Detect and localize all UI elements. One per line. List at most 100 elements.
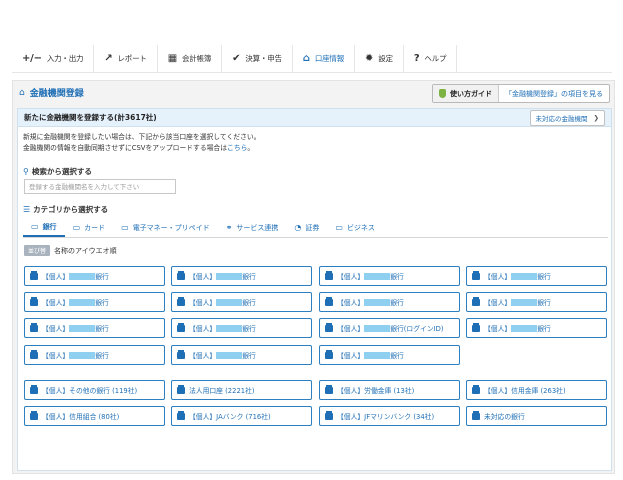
nav-settlement[interactable]: ✔ 決算・申告 [222,44,293,73]
main-content: ⌂ 金融機関登録 使い方ガイド 「金融機関登録」の項目を見る 新たに金融機関を登… [12,80,615,474]
bank-icon [177,296,185,306]
bank-button[interactable]: 【個人】 銀行 [24,318,165,338]
panel-description: 新規に金融機関を登録したい場合は、下記から該当口座を選択してください。 金融機関… [23,133,261,152]
bank-group-button[interactable]: 【個人】JFマリンバンク (34社) [319,406,460,426]
masked-name [364,298,391,306]
bank-icon [325,349,333,359]
bank-icon [472,296,480,306]
bank-button[interactable]: 【個人】 銀行 [466,292,607,312]
masked-name [511,324,538,332]
bank-icon [325,410,333,420]
masked-name [511,272,538,280]
category-tab-icon: ▭ [31,222,39,231]
nav-label: 決算・申告 [245,54,282,63]
bank-icon [30,270,38,280]
nav-icon: ⌂ [302,53,310,64]
panel-header: 新たに金融機関を登録する(計3617社) 未対応の金融機関 ❯ [18,109,611,127]
category-tab-label: 電子マネー・プリペイド [132,223,210,232]
category-section-heading: ☰ カテゴリから選択する [23,205,109,214]
nav-icon: ✔ [232,53,241,64]
guide-label[interactable]: 使い方ガイド [433,85,499,102]
nav-icon: ✹ [365,53,374,64]
bank-button[interactable]: 【個人】 銀行(ログインID) [319,318,460,338]
panel-heading: 新たに金融機関を登録する(計3617社) [24,113,157,122]
masked-name [364,324,391,332]
nav-icon: ? [413,53,420,64]
bank-icon [177,349,185,359]
top-nav: +/− 入力・出力 ↗ レポート ▦ 会計帳簿 ✔ 決算・申告 ⌂ 口座情報 ✹ 設定? ヘルプ [12,44,612,73]
masked-name [69,298,96,306]
unsupported-institutions-button[interactable]: 未対応の金融機関 ❯ [529,109,605,126]
category-tab-icon: ▭ [121,223,129,232]
bank-icon [177,384,185,394]
bank-button[interactable]: 【個人】 銀行 [171,266,312,286]
masked-name [364,351,391,359]
category-tab-label: 証券 [305,223,320,232]
nav-input-output[interactable]: +/− 入力・出力 [12,44,95,73]
institution-search-input[interactable] [24,179,176,194]
bank-button[interactable]: 【個人】 銀行 [24,292,165,312]
guide-box: 使い方ガイド 「金融機関登録」の項目を見る [432,84,610,103]
bank-button[interactable]: 【個人】 銀行 [171,345,312,365]
nav-help[interactable]: ? ヘルプ [404,44,458,73]
category-tab[interactable]: ⚭ サービス連携 [218,218,287,237]
category-tab-icon: ▭ [72,223,81,232]
category-tab-label: 銀行 [42,222,57,231]
bank-icon [472,410,480,420]
nav-ledger[interactable]: ▦ 会計帳簿 [158,44,223,73]
nav-label: 会計帳簿 [181,54,212,63]
sort-row: 並び替 名称のアイウエオ順 [24,245,117,256]
bank-button[interactable]: 【個人】 銀行 [319,292,460,312]
masked-name [216,272,243,280]
bank-button[interactable]: 【個人】 銀行 [24,345,165,365]
csv-upload-link[interactable]: こちら [227,144,247,152]
list-icon: ☰ [23,205,31,214]
sort-label: 名称のアイウエオ順 [54,246,117,255]
home-icon: ⌂ [19,87,25,98]
bank-group-button[interactable]: 未対応の銀行 [466,406,607,426]
bank-button[interactable]: 【個人】 銀行 [466,266,607,286]
bank-button[interactable]: 【個人】 銀行 [319,345,460,365]
masked-name [364,272,391,280]
category-tab[interactable]: ▭ ビジネス [327,218,383,237]
bank-group-button[interactable]: 【個人】信用金庫 (263社) [466,380,607,400]
bank-button[interactable]: 【個人】 銀行 [319,266,460,286]
nav-label: レポート [117,54,147,63]
bank-icon [472,384,480,394]
masked-name [216,324,243,332]
category-tab[interactable]: ◔ 証券 [286,218,327,237]
category-tab[interactable]: ▭ 電子マネー・プリペイド [113,218,218,237]
bank-button[interactable]: 【個人】 銀行 [171,318,312,338]
page-title: 金融機関登録 [29,89,84,99]
nav-label: ヘルプ [424,54,447,63]
category-tab-icon: ⚭ [225,223,233,232]
bank-icon [30,322,38,332]
bank-group-button[interactable]: 法人用口座 (2221社) [171,380,312,400]
bank-button[interactable]: 【個人】 銀行 [466,318,607,338]
category-tab[interactable]: ▭ 銀行 [23,218,65,237]
bank-icon [177,322,185,332]
nav-label: 入力・出力 [46,54,84,63]
nav-settings[interactable]: ✹ 設定 [355,44,404,73]
bank-button[interactable]: 【個人】 銀行 [24,266,165,286]
masked-name [216,298,243,306]
shield-icon [439,89,446,98]
guide-link[interactable]: 「金融機関登録」の項目を見る [499,85,609,102]
search-icon: ⚲ [23,167,29,176]
bank-icon [177,270,185,280]
bank-icon [325,322,333,332]
nav-report[interactable]: ↗ レポート [94,44,158,73]
category-tab[interactable]: ▭ カード [65,218,114,237]
bank-button[interactable]: 【個人】 銀行 [171,292,312,312]
nav-icon: +/− [22,53,42,64]
bank-group-button[interactable]: 【個人】その他の銀行 (119社) [24,380,165,400]
masked-name [69,272,96,280]
bank-group-button[interactable]: 【個人】労働金庫 (13社) [319,380,460,400]
bank-icon [30,410,38,420]
sort-badge[interactable]: 並び替 [24,245,51,256]
bank-group-button[interactable]: 【個人】JAバンク (716社) [171,406,312,426]
nav-account-info[interactable]: ⌂ 口座情報 [293,44,356,73]
bank-group-button[interactable]: 【個人】信用組合 (80社) [24,406,165,426]
search-section-heading: ⚲ 検索から選択する [23,167,92,176]
bank-icon [325,296,333,306]
